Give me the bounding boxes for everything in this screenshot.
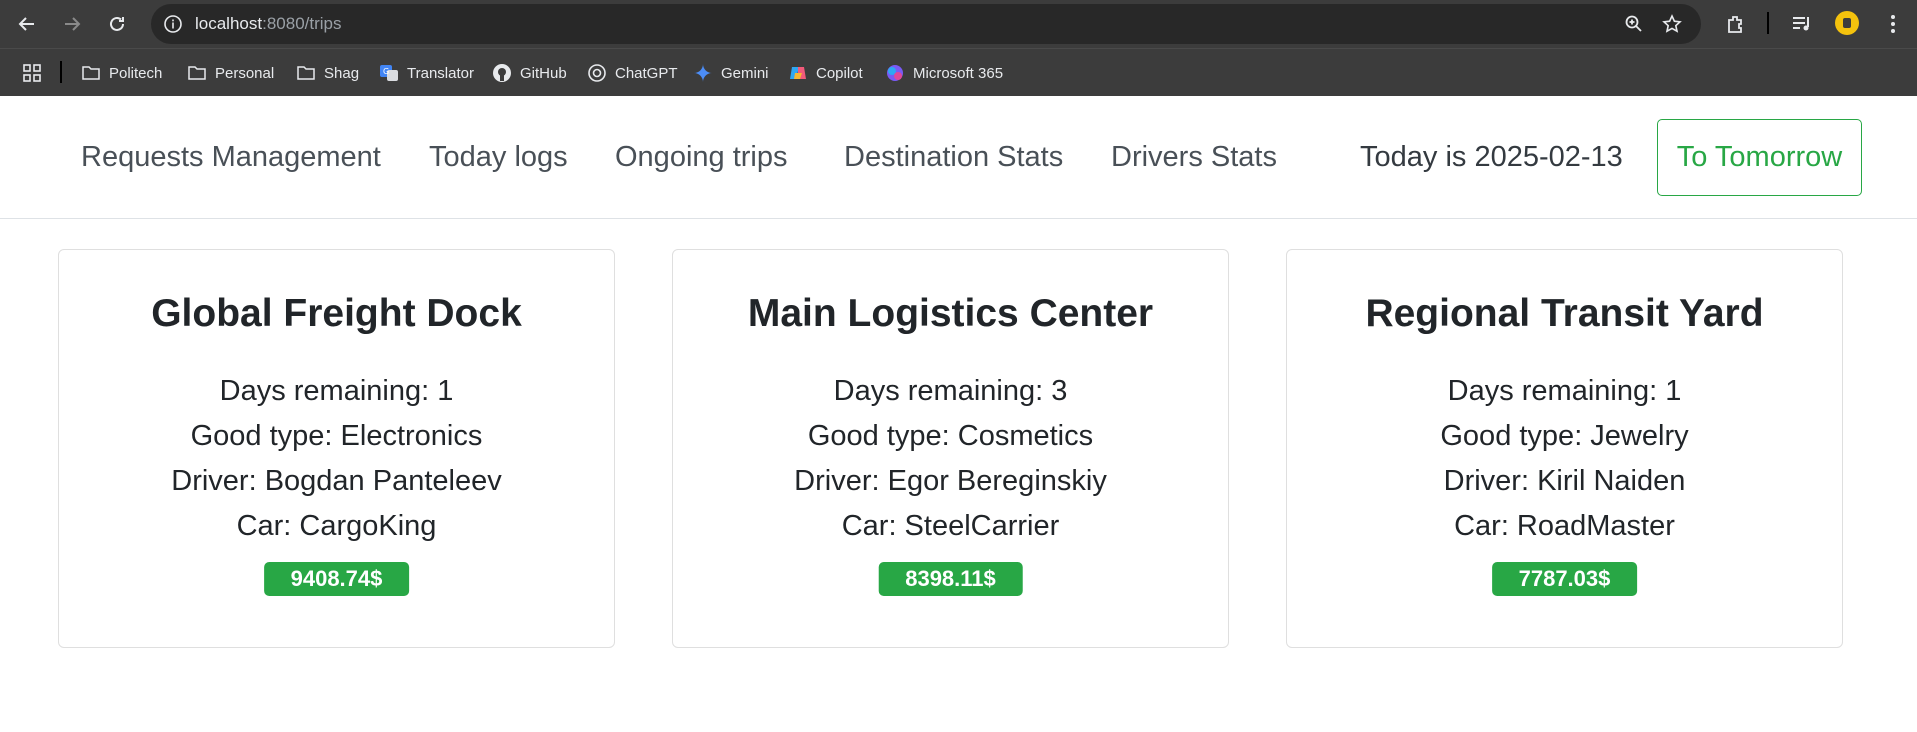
trip-price-badge: 7787.03$ — [1491, 562, 1638, 596]
apps-grid-icon[interactable] — [22, 63, 42, 83]
profile-avatar[interactable] — [1835, 11, 1859, 35]
trip-price-badge: 9408.74$ — [263, 562, 410, 596]
forward-button[interactable] — [58, 10, 86, 38]
bookmark-label: Microsoft 365 — [913, 64, 1004, 82]
trip-car: Car: CargoKing — [236, 510, 437, 542]
bookmark-github[interactable]: GitHub — [492, 60, 567, 86]
nav-link-requests-management[interactable]: Requests Management — [81, 140, 381, 174]
toolbar-divider — [1767, 12, 1769, 34]
bookmark-gemini[interactable]: Gemini — [693, 60, 769, 86]
star-icon[interactable] — [1662, 14, 1682, 34]
chatgpt-icon — [587, 63, 607, 83]
bookmark-label: Translator — [407, 64, 474, 82]
folder-icon — [296, 63, 316, 83]
nav-link-ongoing-trips[interactable]: Ongoing trips — [615, 140, 788, 174]
trip-driver: Driver: Egor Bereginskiy — [794, 465, 1107, 497]
folder-icon — [187, 63, 207, 83]
address-bar[interactable]: localhost:8080/trips — [151, 4, 1701, 44]
nav-link-drivers-stats[interactable]: Drivers Stats — [1111, 140, 1277, 174]
bookmark-translator[interactable]: G Translator — [379, 60, 474, 86]
nav-link-today-logs[interactable]: Today logs — [429, 140, 568, 174]
extensions-icon[interactable] — [1724, 12, 1748, 36]
url-host: localhost — [195, 14, 263, 33]
arrow-left-icon — [18, 17, 34, 31]
bookmark-label: Shag — [324, 64, 360, 82]
bookmarks-bar: Politech Personal Shag G Translator GitH… — [0, 48, 1917, 96]
bookmark-label: ChatGPT — [615, 64, 678, 82]
bookmark-label: Gemini — [721, 64, 769, 82]
svg-text:G: G — [383, 67, 389, 76]
bookmark-personal[interactable]: Personal — [187, 60, 274, 86]
reload-button[interactable] — [103, 10, 131, 38]
more-menu-icon[interactable] — [1885, 12, 1901, 36]
gemini-icon — [693, 63, 713, 83]
bookmark-politech[interactable]: Politech — [81, 60, 162, 86]
trip-card: Global Freight Dock Days remaining: 1 Go… — [58, 249, 615, 648]
copilot-icon — [788, 63, 808, 83]
to-tomorrow-button[interactable]: To Tomorrow — [1657, 119, 1862, 196]
trip-driver: Driver: Kiril Naiden — [1443, 465, 1686, 497]
trip-good-type: Good type: Cosmetics — [807, 420, 1094, 452]
current-date-text: Today is 2025-02-13 — [1360, 141, 1623, 173]
trip-days-remaining: Days remaining: 1 — [219, 375, 454, 407]
trip-car: Car: RoadMaster — [1454, 510, 1675, 542]
trip-card: Main Logistics Center Days remaining: 3 … — [672, 249, 1229, 648]
bookmark-shag[interactable]: Shag — [296, 60, 359, 86]
browser-toolbar: localhost:8080/trips — [0, 0, 1917, 48]
bookmark-label: Copilot — [816, 64, 863, 82]
nav-link-destination-stats[interactable]: Destination Stats — [844, 140, 1063, 174]
arrow-right-icon — [65, 17, 81, 31]
app-navbar: Requests Management Today logs Ongoing t… — [0, 96, 1917, 219]
trip-driver: Driver: Bogdan Panteleev — [171, 465, 502, 497]
media-queue-icon[interactable] — [1790, 12, 1814, 36]
site-info-icon[interactable] — [163, 14, 183, 34]
trip-price-badge: 8398.11$ — [878, 562, 1023, 596]
github-icon — [492, 63, 512, 83]
zoom-icon[interactable] — [1624, 14, 1644, 34]
trip-good-type: Good type: Jewelry — [1440, 420, 1689, 452]
url-text[interactable]: localhost:8080/trips — [195, 14, 342, 34]
translator-icon: G — [379, 63, 399, 83]
bookmark-chatgpt[interactable]: ChatGPT — [587, 60, 678, 86]
trip-destination: Main Logistics Center — [747, 292, 1154, 335]
bookmark-label: Politech — [109, 64, 163, 82]
trip-destination: Regional Transit Yard — [1365, 292, 1764, 335]
trip-card: Regional Transit Yard Days remaining: 1 … — [1286, 249, 1843, 648]
microsoft365-icon — [885, 63, 905, 83]
bookmark-label: Personal — [215, 64, 275, 82]
trip-car: Car: SteelCarrier — [841, 510, 1060, 542]
trip-days-remaining: Days remaining: 3 — [833, 375, 1068, 407]
trip-good-type: Good type: Electronics — [190, 420, 483, 452]
trip-days-remaining: Days remaining: 1 — [1447, 375, 1682, 407]
back-button[interactable] — [13, 10, 41, 38]
reload-icon — [110, 16, 124, 31]
trip-destination: Global Freight Dock — [151, 292, 522, 335]
folder-icon — [81, 63, 101, 83]
url-path: :8080/trips — [262, 14, 342, 33]
bookmarks-divider — [60, 61, 62, 83]
bookmark-copilot[interactable]: Copilot — [788, 60, 863, 86]
bookmark-label: GitHub — [520, 64, 567, 82]
bookmark-microsoft365[interactable]: Microsoft 365 — [885, 60, 1003, 86]
